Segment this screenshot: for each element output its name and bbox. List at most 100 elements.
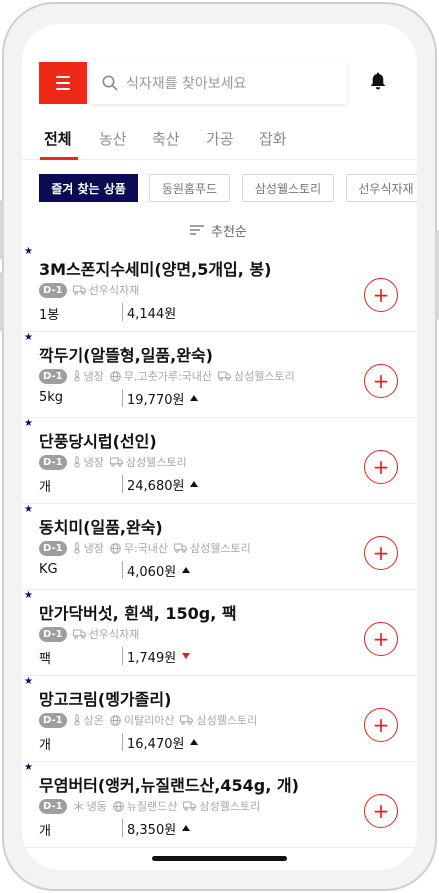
add-to-cart-button[interactable]: + [364, 450, 398, 484]
price-up-icon [182, 825, 191, 831]
menu-button[interactable] [39, 62, 87, 104]
star-icon: ★ [24, 504, 33, 515]
product-unit: 팩 [39, 652, 51, 667]
price-value: 16,470원 [127, 736, 185, 752]
plus-icon: + [372, 627, 390, 651]
storage-info: 냉장 [73, 540, 104, 556]
chip-samsung-welstory[interactable]: 삼성웰스토리 [242, 174, 334, 202]
price-value: 19,770원 [127, 392, 185, 408]
globe-icon [113, 800, 124, 812]
price-up-icon [182, 567, 191, 573]
product-row[interactable]: ★ 3M스폰지수세미(양면,5개입, 봉) D-1 선우식자재 1봉 4,144원… [22, 246, 417, 332]
supplier-info: 삼성웰스토리 [180, 712, 257, 728]
truck-icon [180, 715, 194, 725]
tab-processed[interactable]: 가공 [206, 128, 234, 149]
product-price: 19,770원 [122, 389, 199, 408]
plus-icon: + [372, 455, 390, 479]
price-up-icon [190, 481, 199, 487]
delivery-badge: D-1 [39, 712, 67, 728]
supplier-info: 삼성웰스토리 [183, 798, 260, 814]
thermometer-icon [73, 370, 81, 382]
product-unit: 개 [39, 480, 51, 495]
supplier-info: 삼성웰스토리 [109, 454, 187, 470]
product-name: 단풍당시럽(선인) [39, 432, 157, 451]
product-price: 1,749원 [122, 647, 191, 666]
truck-icon [72, 285, 86, 295]
product-row[interactable]: ★ 동치미(일품,완숙) D-1 냉장 무:국내산 삼성웰스토리 KG 4,060원 … [22, 504, 417, 590]
price-up-icon [190, 395, 199, 401]
product-row[interactable]: ★ 무염버터(앵커,뉴질랜드산,454g, 개) D-1 냉동 뉴질랜드산 삼성웰스토… [22, 762, 417, 848]
star-icon: ★ [24, 418, 33, 429]
storage-info: 상온 [73, 712, 104, 728]
plus-icon: + [372, 799, 390, 823]
add-to-cart-button[interactable]: + [364, 622, 398, 656]
product-name: 망고크림(멩가졸리) [39, 690, 172, 709]
supplier-info: 선우식자재 [72, 626, 139, 642]
chip-dongwon[interactable]: 동원홈푸드 [149, 174, 230, 202]
sort-button[interactable]: 추천순 [189, 220, 247, 240]
origin-info: 이탈리아산 [110, 712, 174, 728]
hamburger-menu-icon [56, 76, 70, 78]
storage-info: 냉장 [73, 368, 104, 384]
add-to-cart-button[interactable]: + [364, 536, 398, 570]
star-icon: ★ [24, 676, 33, 687]
delivery-badge: D-1 [39, 454, 67, 470]
star-icon: ★ [24, 332, 33, 343]
product-row[interactable]: ★ 단풍당시럽(선인) D-1 냉장 삼성웰스토리 개 24,680원 + [22, 418, 417, 504]
price-up-icon [190, 739, 199, 745]
bell-icon[interactable] [369, 71, 387, 91]
star-icon: ★ [24, 246, 33, 257]
product-list: ★ 3M스폰지수세미(양면,5개입, 봉) D-1 선우식자재 1봉 4,144원… [22, 246, 417, 848]
price-value: 4,144원 [127, 306, 177, 322]
tab-goods[interactable]: 잡화 [259, 128, 287, 149]
home-indicator [152, 856, 287, 861]
chip-favorites[interactable]: 즐겨 찾는 상품 [39, 174, 138, 202]
delivery-badge: D-1 [39, 626, 67, 642]
chip-sunwoo[interactable]: 선우식자재 [346, 174, 417, 202]
product-row[interactable]: ★ 만가닥버섯, 흰색, 150g, 팩 D-1 선우식자재 팩 1,749원 + [22, 590, 417, 676]
product-row[interactable]: ★ 망고크림(멩가졸리) D-1 상온 이탈리아산 삼성웰스토리 개 16,470원 … [22, 676, 417, 762]
product-name: 만가닥버섯, 흰색, 150g, 팩 [39, 604, 237, 623]
plus-icon: + [372, 713, 390, 737]
search-input[interactable]: 식자재를 찾아보세요 [90, 62, 347, 104]
tab-livestock[interactable]: 축산 [152, 128, 180, 149]
delivery-badge: D-1 [39, 798, 67, 814]
storage-info: 냉동 [73, 798, 107, 814]
supplier-info: 삼성웰스토리 [218, 368, 295, 384]
volume-down-button [0, 272, 4, 332]
power-button [435, 230, 439, 320]
app-screen: 식자재를 찾아보세요 전체 농산 축산 가공 잡화 즐겨 찾는 상품 동원홈푸드… [22, 24, 417, 870]
truck-icon [72, 629, 86, 639]
price-value: 4,060원 [127, 564, 177, 580]
truck-icon [183, 801, 197, 811]
origin-info: 무,고춧가루:국내산 [110, 368, 212, 384]
add-to-cart-button[interactable]: + [364, 794, 398, 828]
add-to-cart-button[interactable]: + [364, 278, 398, 312]
delivery-badge: D-1 [39, 282, 67, 298]
add-to-cart-button[interactable]: + [364, 364, 398, 398]
product-meta: D-1 냉장 삼성웰스토리 [39, 454, 187, 470]
product-meta: D-1 냉장 무,고춧가루:국내산 삼성웰스토리 [39, 368, 295, 384]
product-meta: D-1 선우식자재 [39, 626, 139, 642]
supplier-info: 삼성웰스토리 [174, 540, 251, 556]
product-row[interactable]: ★ 깍두기(알뜰형,일품,완숙) D-1 냉장 무,고춧가루:국내산 삼성웰스토리 5… [22, 332, 417, 418]
plus-icon: + [372, 541, 390, 565]
origin-info: 뉴질랜드산 [113, 798, 177, 814]
search-icon [102, 75, 118, 91]
tab-agriculture[interactable]: 농산 [99, 128, 127, 149]
product-price: 4,144원 [122, 303, 177, 322]
product-price: 8,350원 [122, 819, 191, 838]
product-price: 4,060원 [122, 561, 191, 580]
product-unit: KG [39, 562, 58, 577]
origin-info: 무:국내산 [110, 540, 168, 556]
category-tabs: 전체 농산 축산 가공 잡화 [22, 128, 417, 160]
add-to-cart-button[interactable]: + [364, 708, 398, 742]
thermometer-icon [73, 456, 81, 468]
delivery-badge: D-1 [39, 368, 67, 384]
app-header: 식자재를 찾아보세요 전체 농산 축산 가공 잡화 [22, 24, 417, 164]
tab-all[interactable]: 전체 [44, 128, 72, 149]
thermometer-icon [73, 542, 81, 554]
supplier-info: 선우식자재 [72, 282, 139, 298]
price-down-icon [182, 653, 191, 659]
product-meta: D-1 상온 이탈리아산 삼성웰스토리 [39, 712, 257, 728]
